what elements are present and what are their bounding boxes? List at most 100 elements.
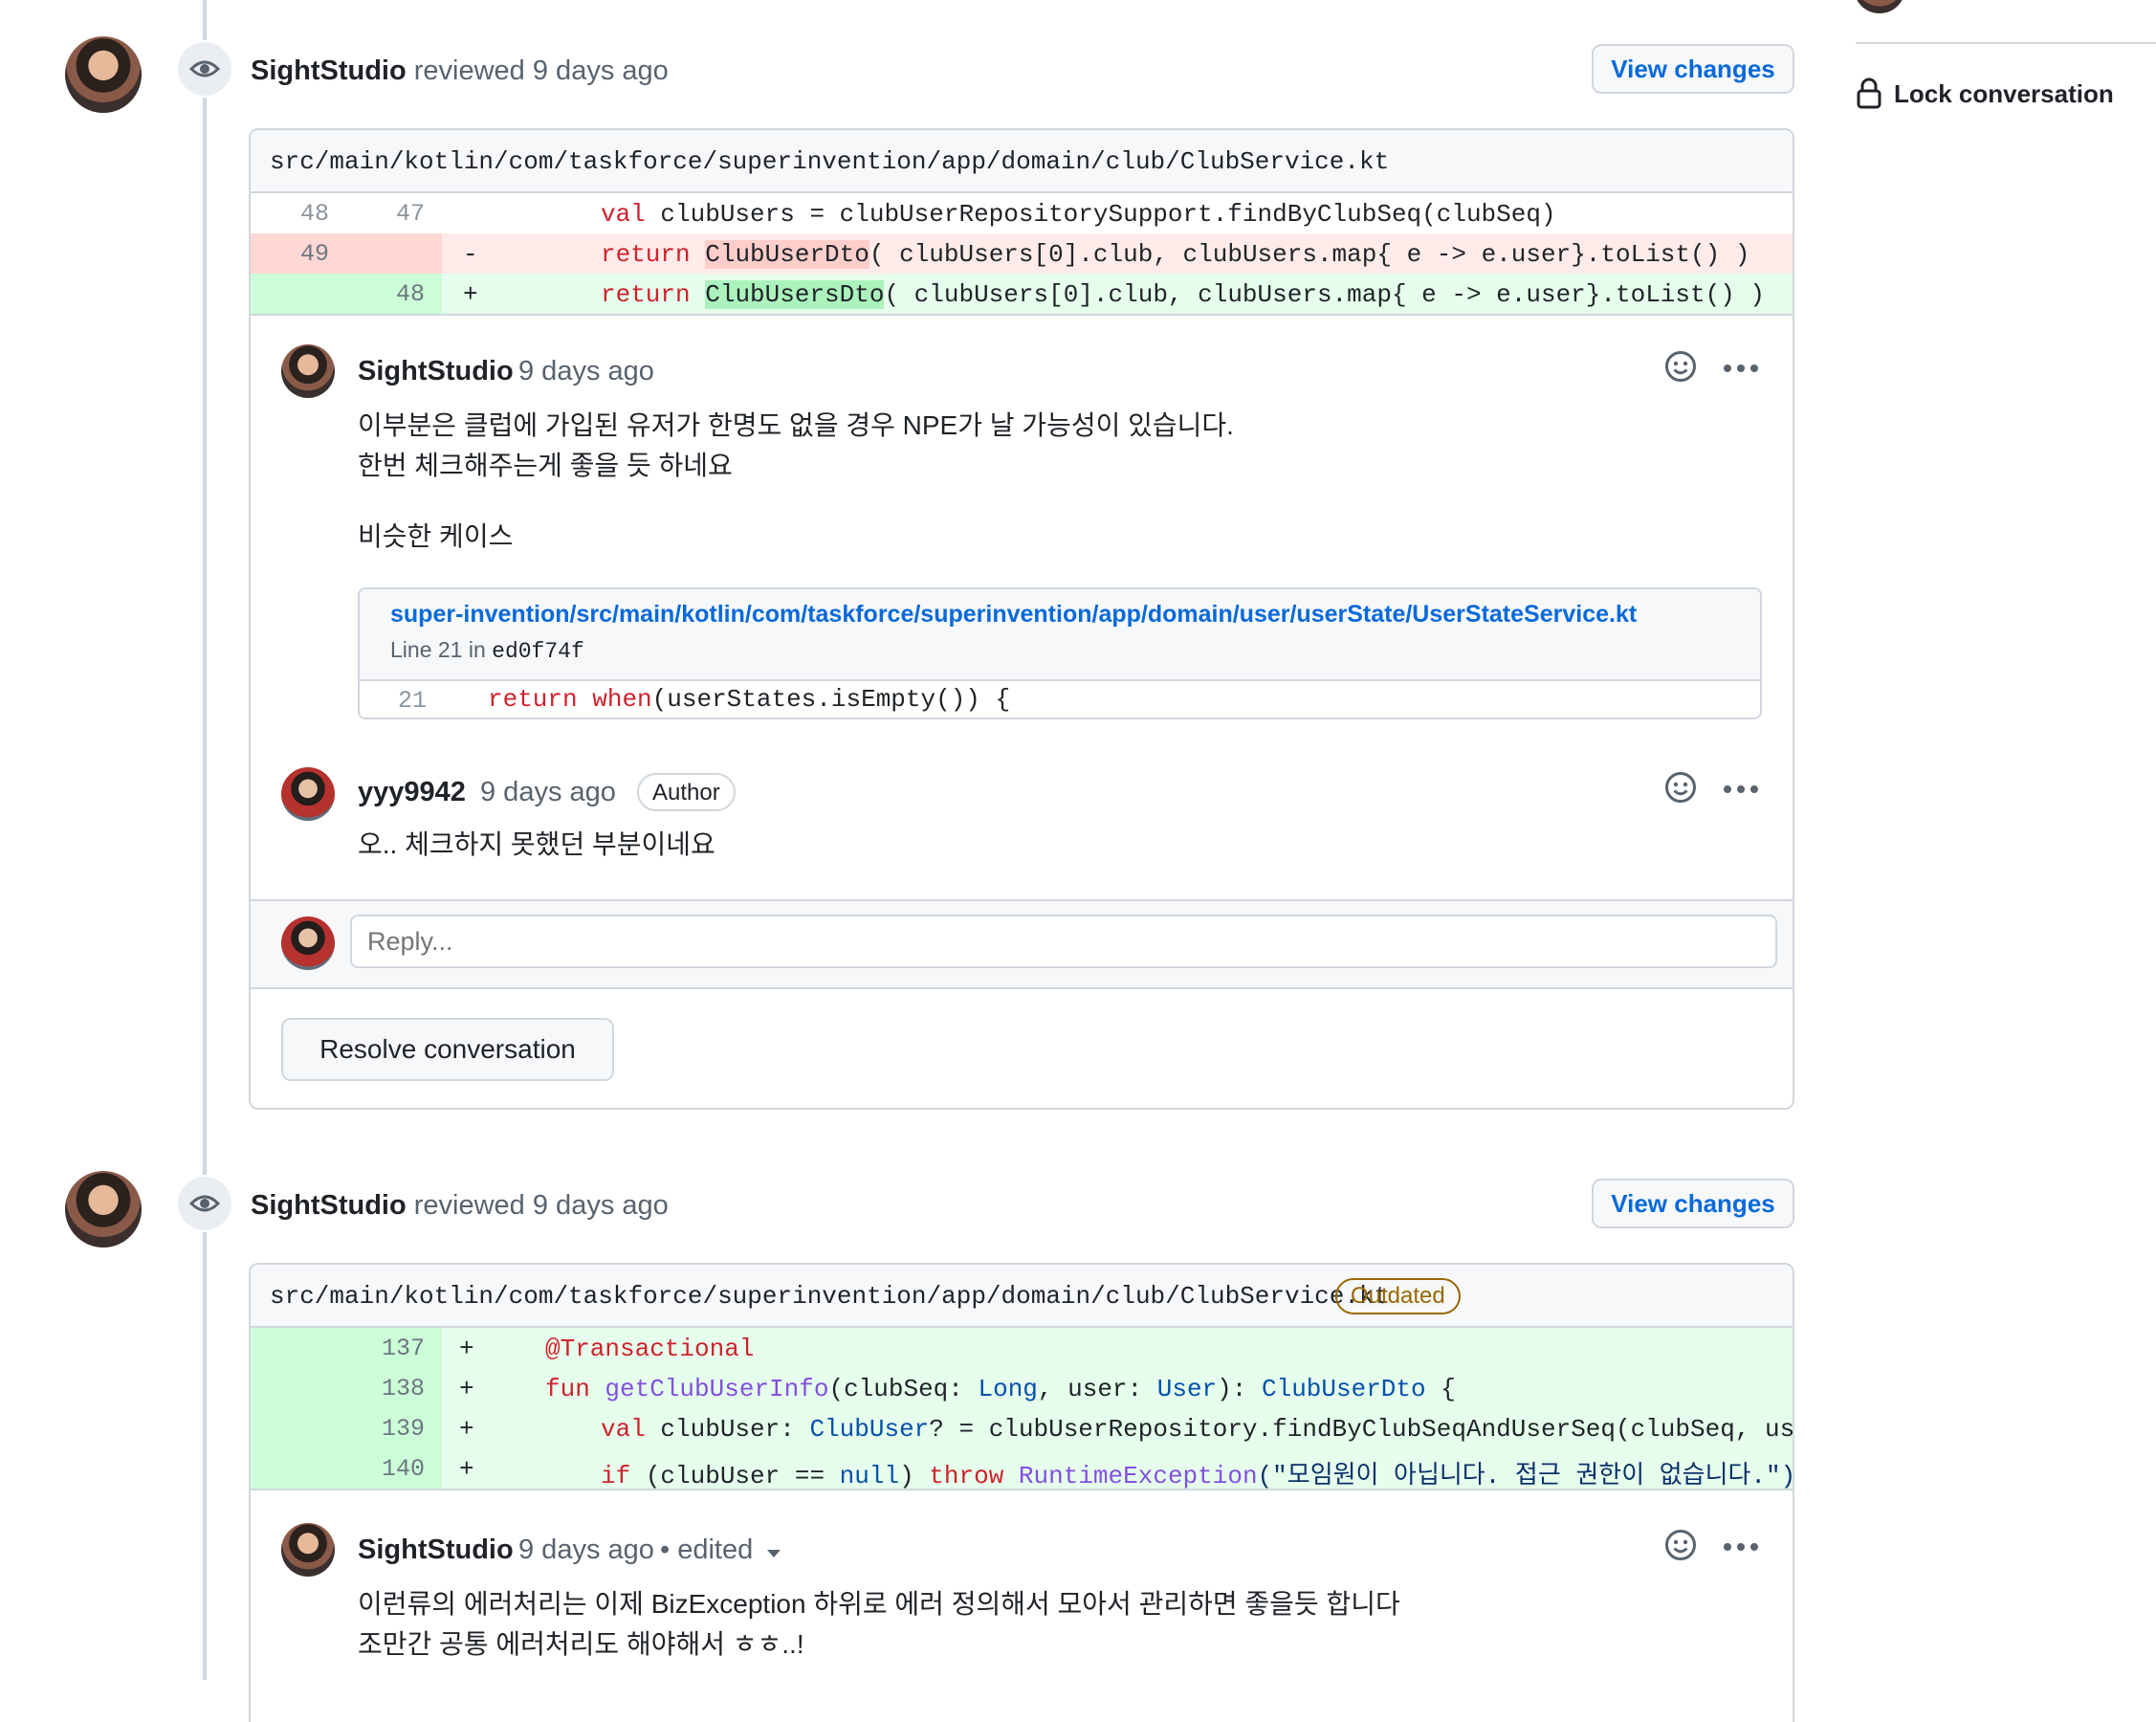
file-path[interactable]: src/main/kotlin/com/taskforce/superinven… bbox=[270, 147, 1389, 176]
lock-conversation-button[interactable]: Lock conversation bbox=[1856, 75, 2114, 113]
comment-avatar[interactable] bbox=[281, 1523, 335, 1577]
edited-label: • edited bbox=[660, 1534, 754, 1565]
code-type: User bbox=[1156, 1375, 1218, 1403]
review-author[interactable]: SightStudio bbox=[251, 1190, 407, 1221]
comment-author[interactable]: yyy9942 bbox=[358, 777, 466, 808]
comment-avatar[interactable] bbox=[281, 344, 335, 398]
comment-author[interactable]: SightStudio bbox=[358, 356, 514, 387]
sidebar-divider bbox=[1856, 42, 2156, 44]
code-text: ( clubUsers[0].club, clubUsers.map{ e ->… bbox=[869, 240, 1750, 269]
new-line-number[interactable]: 140 bbox=[367, 1455, 425, 1483]
diff-row-addition: 140 + if (clubUser == null) throw Runtim… bbox=[251, 1448, 1794, 1490]
outdated-badge: Outdated bbox=[1335, 1278, 1461, 1314]
smiley-icon[interactable] bbox=[1664, 771, 1697, 804]
code-string: ("모임원이 아닙니다. 접근 권한이 없습니다.") bbox=[1257, 1462, 1794, 1490]
file-path[interactable]: src/main/kotlin/com/taskforce/superinven… bbox=[270, 1282, 1389, 1311]
code-type: ClubUser bbox=[809, 1415, 930, 1444]
diff-divider bbox=[251, 1489, 1793, 1490]
code-keyword: when bbox=[592, 685, 652, 714]
permalink-line-number[interactable]: 21 bbox=[398, 687, 427, 715]
code-text: , user: bbox=[1037, 1375, 1157, 1403]
reviewer-avatar[interactable] bbox=[65, 36, 142, 113]
code-keyword: return bbox=[488, 685, 578, 714]
code-text: clubUsers = clubUserRepositorySupport.fi… bbox=[645, 200, 1556, 229]
comment-text-line: 오.. 체크하지 못했던 부분이네요 bbox=[358, 829, 715, 859]
review-time[interactable]: 9 days ago bbox=[533, 1190, 669, 1221]
code-keyword: return bbox=[601, 240, 691, 269]
new-line-number[interactable]: 48 bbox=[367, 280, 425, 308]
sidebar-avatar[interactable] bbox=[1854, 0, 1905, 13]
code-text: ( clubUsers[0].club, clubUsers.map{ e ->… bbox=[884, 280, 1766, 309]
lock-icon bbox=[1856, 77, 1882, 110]
code-keyword: val bbox=[601, 1415, 646, 1444]
kebab-icon[interactable] bbox=[1722, 1540, 1760, 1552]
comment-author[interactable]: SightStudio bbox=[358, 1534, 514, 1566]
code-annotation: @Transactional bbox=[545, 1335, 755, 1363]
code-line: return ClubUserDto( clubUsers[0].club, c… bbox=[601, 240, 1749, 269]
code-text: clubUser: bbox=[645, 1415, 810, 1444]
reply-avatar bbox=[281, 916, 335, 970]
review-author[interactable]: SightStudio bbox=[251, 55, 407, 86]
code-keyword: fun bbox=[545, 1375, 590, 1403]
new-line-number[interactable]: 47 bbox=[367, 200, 425, 228]
review-header: SightStudio reviewed 9 days ago bbox=[251, 1190, 669, 1222]
code-line: val clubUsers = clubUserRepositorySuppor… bbox=[601, 200, 1556, 229]
kebab-icon[interactable] bbox=[1722, 362, 1760, 373]
comment-text-line: 이부분은 클럽에 가입된 유저가 한명도 없을 경우 NPE가 날 가능성이 있… bbox=[358, 410, 1234, 440]
file-header: src/main/kotlin/com/taskforce/superinven… bbox=[251, 1265, 1793, 1328]
code-keyword: throw bbox=[929, 1462, 1004, 1490]
comment-text-line: 비슷한 케이스 bbox=[358, 521, 514, 551]
comment-avatar[interactable] bbox=[281, 767, 335, 821]
comment-time[interactable]: 9 days ago bbox=[518, 1534, 654, 1566]
code-line: return ClubUsersDto( clubUsers[0].club, … bbox=[601, 280, 1765, 309]
code-keyword: val bbox=[601, 200, 646, 229]
smiley-icon[interactable] bbox=[1664, 1529, 1697, 1561]
permalink-path-link[interactable]: super-invention/src/main/kotlin/com/task… bbox=[390, 601, 1637, 629]
code-line: val clubUser: ClubUser? = clubUserReposi… bbox=[601, 1415, 1793, 1444]
new-line-number[interactable]: 139 bbox=[367, 1415, 425, 1443]
diff-row-addition: 137 + @Transactional bbox=[251, 1328, 1793, 1368]
timeline-line bbox=[203, 0, 207, 1680]
review-event-badge bbox=[176, 40, 233, 98]
code-line: if (clubUser == null) throw RuntimeExcep… bbox=[601, 1455, 1794, 1490]
lock-conversation-label: Lock conversation bbox=[1894, 78, 2114, 108]
old-line-number[interactable]: 49 bbox=[272, 240, 329, 268]
code-highlight-removed: ClubUserDto bbox=[705, 240, 869, 269]
code-text: { bbox=[1425, 1375, 1456, 1403]
reply-area bbox=[251, 899, 1793, 989]
old-line-number[interactable]: 48 bbox=[272, 200, 329, 228]
smiley-icon[interactable] bbox=[1664, 350, 1697, 383]
diff-divider bbox=[251, 314, 1793, 316]
permalink-commit-link[interactable]: ed0f74f bbox=[492, 639, 584, 664]
resolve-conversation-button[interactable]: Resolve conversation bbox=[281, 1018, 614, 1081]
eye-icon bbox=[188, 55, 221, 87]
eye-icon bbox=[188, 1190, 221, 1222]
comment-edited-dropdown[interactable]: • edited bbox=[660, 1534, 781, 1566]
new-line-number[interactable]: 137 bbox=[367, 1335, 425, 1362]
diff-sign-plus: + bbox=[459, 1415, 474, 1444]
caret-down-icon bbox=[766, 1534, 781, 1566]
code-highlight-added: ClubUsersDto bbox=[705, 280, 885, 309]
code-keyword: if bbox=[601, 1462, 631, 1490]
review-thread: src/main/kotlin/com/taskforce/superinven… bbox=[249, 1263, 1794, 1722]
reviewer-avatar[interactable] bbox=[65, 1171, 142, 1247]
comment-time[interactable]: 9 days ago bbox=[480, 777, 616, 808]
code-type: Long bbox=[978, 1375, 1038, 1403]
reply-input[interactable] bbox=[350, 915, 1777, 968]
view-changes-button[interactable]: View changes bbox=[1592, 1179, 1794, 1228]
permalink-header: super-invention/src/main/kotlin/com/task… bbox=[360, 589, 1760, 681]
review-time[interactable]: 9 days ago bbox=[533, 55, 669, 86]
comment-text-line: 한번 체크해주는게 좋을 듯 하네요 bbox=[358, 451, 733, 480]
new-line-number[interactable]: 138 bbox=[367, 1375, 425, 1402]
permalink-code: return when(userStates.isEmpty()) { bbox=[488, 685, 1010, 714]
kebab-icon[interactable] bbox=[1722, 783, 1760, 794]
review-header: SightStudio reviewed 9 days ago bbox=[251, 55, 669, 87]
permalink-line-label: Line 21 in bbox=[390, 637, 486, 662]
view-changes-button[interactable]: View changes bbox=[1592, 44, 1794, 94]
review-thread: src/main/kotlin/com/taskforce/superinven… bbox=[249, 128, 1794, 1110]
code-function: getClubUserInfo bbox=[605, 1375, 829, 1403]
diff-sign-plus: + bbox=[463, 280, 478, 309]
comment-time[interactable]: 9 days ago bbox=[518, 356, 654, 387]
code-text: ) bbox=[899, 1462, 930, 1490]
